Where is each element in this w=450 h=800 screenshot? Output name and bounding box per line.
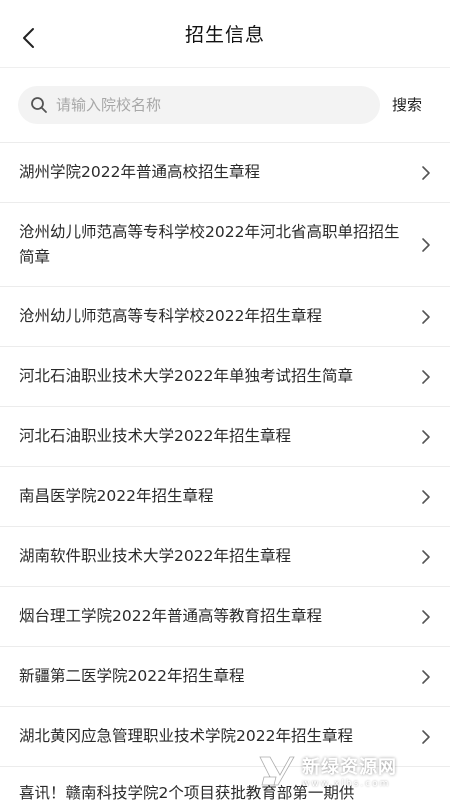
back-button[interactable] — [12, 22, 44, 54]
list-item-label: 河北石油职业技术大学2022年招生章程 — [19, 427, 291, 445]
list-item-label: 湖南软件职业技术大学2022年招生章程 — [19, 547, 291, 565]
list-item-label: 湖北黄冈应急管理职业技术学院2022年招生章程 — [19, 727, 353, 745]
chevron-right-icon — [422, 429, 430, 444]
search-button[interactable]: 搜索 — [392, 94, 422, 115]
list-item[interactable]: 湖州学院2022年普通高校招生章程 — [0, 142, 450, 202]
chevron-right-icon — [422, 309, 430, 324]
search-row: 搜索 — [0, 68, 450, 142]
list-item-label: 南昌医学院2022年招生章程 — [19, 487, 214, 505]
watermark-logo: 新绿资源网 www.xlhs.com — [256, 748, 440, 794]
list-item[interactable]: 河北石油职业技术大学2022年单独考试招生简章 — [0, 346, 450, 406]
list-item[interactable]: 湖南软件职业技术大学2022年招生章程 — [0, 526, 450, 586]
chevron-right-icon — [422, 669, 430, 684]
list-item[interactable]: 河北石油职业技术大学2022年招生章程 — [0, 406, 450, 466]
page-title: 招生信息 — [184, 24, 265, 46]
search-icon — [30, 96, 48, 114]
list-item-label: 沧州幼儿师范高等专科学校2022年河北省高职单招招生简章 — [19, 222, 400, 266]
chevron-right-icon — [422, 549, 430, 564]
list-item-label: 烟台理工学院2022年普通高等教育招生章程 — [19, 607, 322, 625]
chevron-right-icon — [422, 609, 430, 624]
list-item-label: 新疆第二医学院2022年招生章程 — [19, 667, 245, 685]
search-input[interactable] — [56, 87, 356, 123]
chevron-right-icon — [422, 237, 430, 252]
watermark-name-cn: 新绿资源网 — [302, 757, 397, 778]
watermark-text: 新绿资源网 www.xlhs.com — [302, 753, 397, 789]
chevron-left-icon — [23, 28, 34, 48]
chevron-right-icon — [422, 165, 430, 180]
header-bar: 招生信息 — [0, 0, 450, 68]
chevron-right-icon — [422, 729, 430, 744]
list-item[interactable]: 烟台理工学院2022年普通高等教育招生章程 — [0, 586, 450, 646]
list-item-label: 沧州幼儿师范高等专科学校2022年招生章程 — [19, 307, 322, 325]
search-box[interactable] — [18, 86, 380, 124]
list-item[interactable]: 南昌医学院2022年招生章程 — [0, 466, 450, 526]
chevron-right-icon — [422, 489, 430, 504]
list-item[interactable]: 新疆第二医学院2022年招生章程 — [0, 646, 450, 706]
logo-icon — [259, 756, 295, 786]
list-item-label: 湖州学院2022年普通高校招生章程 — [19, 163, 260, 181]
list-item[interactable]: 沧州幼儿师范高等专科学校2022年河北省高职单招招生简章 — [0, 202, 450, 286]
app-screen: 招生信息 搜索 湖州学院2022年普通高校招生章程 沧州幼儿师范高等专科学校20… — [0, 0, 450, 800]
watermark-name-en: www.xlhs.com — [302, 779, 391, 789]
list-item-label: 河北石油职业技术大学2022年单独考试招生简章 — [19, 367, 353, 385]
admission-list: 湖州学院2022年普通高校招生章程 沧州幼儿师范高等专科学校2022年河北省高职… — [0, 142, 450, 800]
chevron-right-icon — [422, 369, 430, 384]
list-item[interactable]: 沧州幼儿师范高等专科学校2022年招生章程 — [0, 286, 450, 346]
